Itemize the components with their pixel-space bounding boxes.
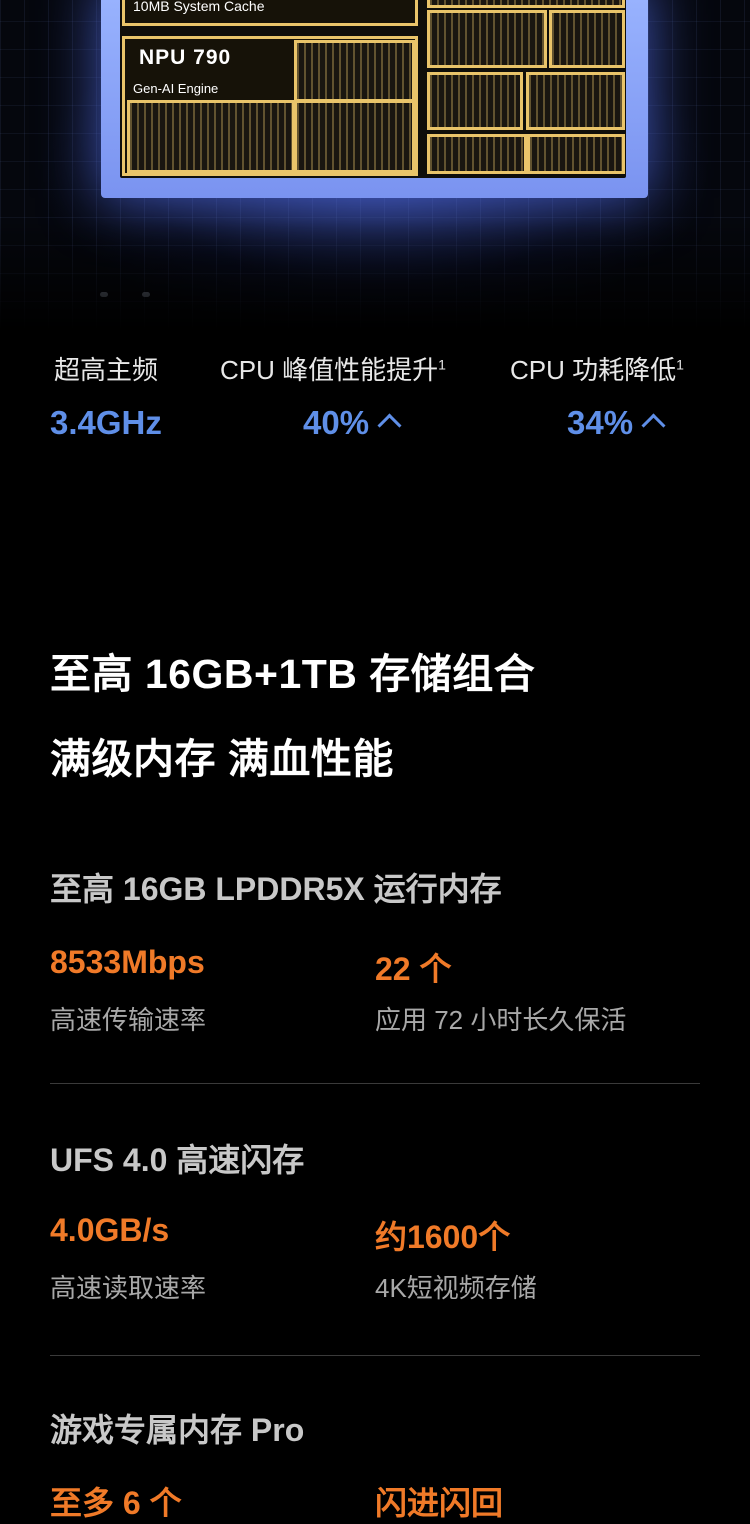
footnote-mark: 1 — [676, 356, 684, 373]
npu-sub: Gen-AI Engine — [133, 81, 219, 96]
up-arrow-icon — [641, 413, 666, 438]
stat-label-cpu-performance: CPU 峰值性能提升1 — [220, 350, 446, 387]
metric-storage-speed-desc: 高速读取速率 — [50, 1273, 207, 1303]
metric-storage-videos-desc: 4K短视频存储 — [375, 1273, 537, 1303]
stat-value-cpu-power: 34% — [567, 404, 666, 442]
metric-ram-apps-desc: 应用 72 小时长久保活 — [375, 1005, 627, 1035]
metric-ram-apps: 22 个 — [375, 951, 452, 987]
cpu-block-1 — [427, 0, 625, 8]
up-arrow-icon — [377, 413, 402, 438]
stat-label-cpu-power: CPU 功耗降低1 — [510, 350, 684, 387]
cpu-block-6 — [427, 134, 527, 174]
headline-line-1: 至高 16GB+1TB 存储组合 — [50, 651, 536, 697]
section-title-ram: 至高 16GB LPDDR5X 运行内存 — [50, 871, 502, 907]
section-title-storage: UFS 4.0 高速闪存 — [50, 1142, 305, 1178]
npu-core-block-2 — [294, 100, 415, 173]
headline-line-2: 满级内存 满血性能 — [50, 736, 394, 782]
metric-ram-speed: 8533Mbps — [50, 944, 205, 980]
footnote-mark: 1 — [438, 356, 446, 373]
stat-label-frequency: 超高主频 — [54, 350, 158, 387]
stat-value-cpu-performance: 40% — [303, 404, 402, 442]
metric-game-switch: 闪进闪回 — [375, 1485, 504, 1521]
stat-value-text: 3.4GHz — [50, 404, 162, 441]
cpu-block-3 — [549, 10, 625, 68]
npu-core-block-1 — [127, 100, 295, 173]
cpu-block-4 — [427, 72, 523, 130]
stat-label-text: 超高主频 — [54, 355, 159, 385]
stat-value-text: 34% — [567, 404, 634, 441]
cpu-block-7 — [527, 134, 625, 174]
metric-ram-speed-desc: 高速传输速率 — [50, 1005, 207, 1035]
cache-label: 10MB System Cache — [133, 0, 265, 14]
section-title-game-memory: 游戏专属内存 Pro — [50, 1412, 305, 1448]
section-divider — [50, 1083, 700, 1084]
metric-storage-speed: 4.0GB/s — [50, 1212, 170, 1248]
cpu-block-2 — [427, 10, 547, 68]
stat-label-text: CPU 峰值性能提升 — [220, 355, 439, 385]
npu-core-block-3 — [294, 40, 415, 102]
npu-name: NPU 790 — [139, 46, 232, 69]
stat-value-text: 40% — [303, 404, 370, 441]
cpu-block-5 — [526, 72, 625, 130]
metric-game-count: 至多 6 个 — [50, 1485, 182, 1521]
metric-storage-videos: 约1600个 — [375, 1219, 511, 1255]
section-divider — [50, 1355, 700, 1356]
chip-hero-image: 10MB System Cache NPU 790 Gen-AI Engine — [0, 0, 750, 330]
stat-value-frequency: 3.4GHz — [50, 404, 162, 442]
hero-fade — [0, 220, 750, 330]
stat-label-text: CPU 功耗降低 — [510, 355, 677, 385]
